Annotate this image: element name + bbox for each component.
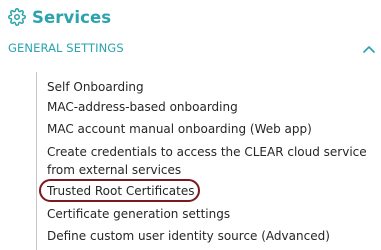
nav-item-self-onboarding[interactable]: Self Onboarding: [47, 78, 144, 96]
general-settings-nav: Self Onboarding MAC-address-based onboar…: [36, 72, 377, 250]
page-title: Services: [32, 7, 112, 27]
general-settings-section-header[interactable]: GENERAL SETTINGS: [0, 36, 381, 64]
gear-icon: [8, 8, 26, 26]
nav-item-certificate-generation-settings[interactable]: Certificate generation settings: [47, 205, 230, 223]
nav-item-mac-address-onboarding[interactable]: MAC-address-based onboarding: [47, 98, 238, 116]
nav-item-mac-account-manual-onboarding[interactable]: MAC account manual onboarding (Web app): [47, 120, 312, 138]
section-label: GENERAL SETTINGS: [8, 41, 124, 55]
nav-item-trusted-root-certificates[interactable]: Trusted Root Certificates: [39, 179, 200, 202]
nav-item-label: Trusted Root Certificates: [47, 184, 195, 198]
nav-item-custom-user-identity-source[interactable]: Define custom user identity source (Adva…: [47, 227, 330, 245]
page-header: Services: [8, 4, 111, 30]
nav-item-create-credentials[interactable]: Create credentials to access the CLEAR c…: [47, 143, 377, 179]
chevron-up-icon[interactable]: [362, 44, 376, 54]
